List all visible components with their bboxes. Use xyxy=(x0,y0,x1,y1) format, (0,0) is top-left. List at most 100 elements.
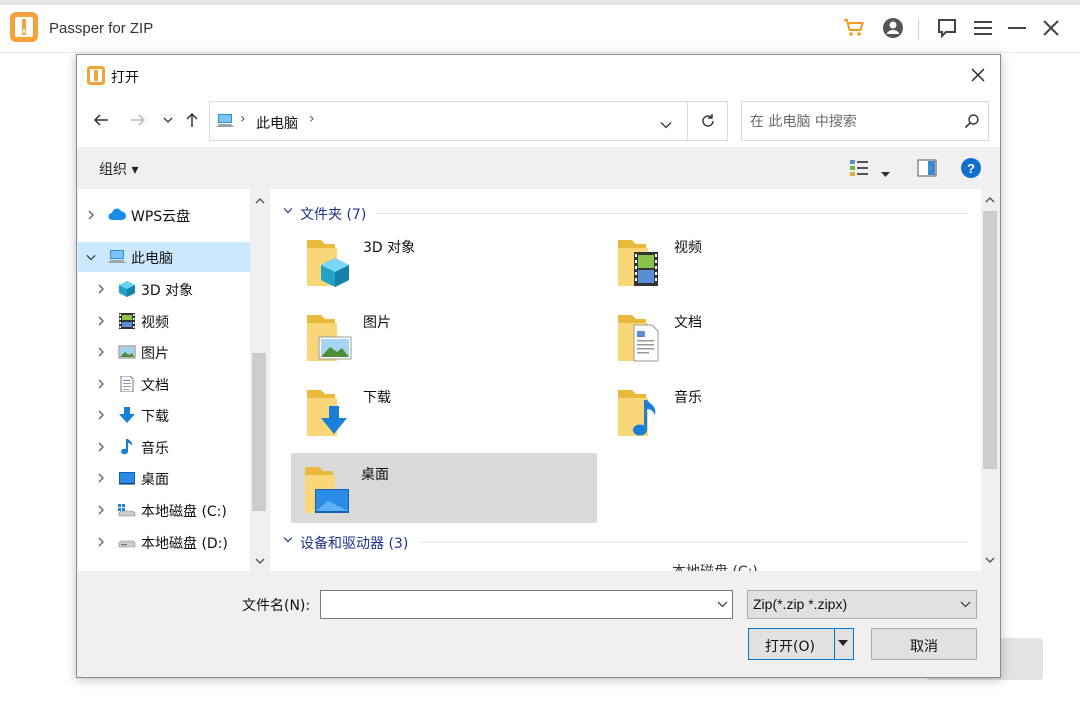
tree-item-desktop[interactable]: 桌面 xyxy=(78,463,250,493)
address-dropdown-chevron-icon[interactable] xyxy=(660,114,672,133)
minimize-icon[interactable] xyxy=(1006,17,1028,39)
folder-label: 下载 xyxy=(363,390,391,406)
breadcrumb-separator[interactable]: › xyxy=(309,111,315,127)
account-icon[interactable] xyxy=(882,17,904,39)
command-bar: 组织 ▾ ? xyxy=(77,147,1000,189)
tree-item-label: 图片 xyxy=(141,346,169,362)
expand-arrow-icon[interactable] xyxy=(96,536,106,548)
folder-downloads-icon xyxy=(307,390,347,436)
group-collapse-chevron-icon[interactable] xyxy=(283,536,293,544)
folder-desktop[interactable]: 桌面 xyxy=(291,453,597,523)
tree-item-label: 3D 对象 xyxy=(141,283,194,299)
view-dropdown-icon[interactable] xyxy=(881,163,890,182)
refresh-button[interactable] xyxy=(688,101,728,141)
group-header-devices[interactable]: 设备和驱动器 (3) xyxy=(278,532,968,552)
scroll-down-arrow-icon[interactable] xyxy=(985,557,995,564)
drive-d-icon xyxy=(118,540,136,548)
tree-item-downloads[interactable]: 下载 xyxy=(78,400,250,430)
forward-arrow-icon[interactable] xyxy=(127,109,149,131)
tree-item-label: 此电脑 xyxy=(131,251,173,267)
tree-item-music[interactable]: 音乐 xyxy=(78,432,250,462)
folder-pictures[interactable]: 图片 xyxy=(293,301,599,371)
search-icon[interactable] xyxy=(964,113,980,133)
tree-item-label: 音乐 xyxy=(141,441,169,457)
recent-locations-chevron-icon[interactable] xyxy=(157,109,179,131)
open-button-divider xyxy=(834,629,835,659)
search-input[interactable] xyxy=(750,112,950,132)
folder-label: 图片 xyxy=(363,315,391,331)
refresh-icon xyxy=(701,114,714,127)
cube-icon xyxy=(119,281,135,297)
collapse-arrow-icon[interactable] xyxy=(86,251,96,263)
navigation-scrollbar-thumb[interactable] xyxy=(252,353,266,511)
folder-downloads[interactable]: 下载 xyxy=(293,376,599,446)
cancel-button[interactable]: 取消 xyxy=(871,628,977,660)
filename-dropdown-chevron-icon[interactable] xyxy=(717,601,728,608)
breadcrumb-this-pc[interactable]: 此电脑 xyxy=(256,113,298,133)
up-arrow-icon[interactable] xyxy=(181,109,203,131)
expand-arrow-icon[interactable] xyxy=(96,283,106,295)
app-titlebar: Passper for ZIP xyxy=(0,5,1080,53)
tree-item-documents[interactable]: 文档 xyxy=(78,369,250,399)
folder-music[interactable]: 音乐 xyxy=(604,376,910,446)
scroll-up-arrow-icon[interactable] xyxy=(985,196,995,203)
group-divider xyxy=(376,213,968,214)
folder-documents[interactable]: 文档 xyxy=(604,301,910,371)
address-bar[interactable]: › 此电脑 › xyxy=(209,101,688,141)
dialog-close-icon[interactable] xyxy=(965,63,991,87)
document-icon xyxy=(120,376,134,392)
folder-videos[interactable]: 视频 xyxy=(604,226,910,296)
group-header-folders[interactable]: 文件夹 (7) xyxy=(278,203,968,223)
tree-item-pictures[interactable]: 图片 xyxy=(78,337,250,367)
cart-icon[interactable] xyxy=(843,17,865,39)
filename-combobox[interactable] xyxy=(320,590,733,619)
filetype-dropdown-chevron-icon[interactable] xyxy=(960,601,971,608)
group-divider xyxy=(420,542,968,543)
group-collapse-chevron-icon[interactable] xyxy=(283,207,293,215)
menu-icon[interactable] xyxy=(972,17,994,39)
expand-arrow-icon[interactable] xyxy=(96,504,106,516)
folder-label: 音乐 xyxy=(674,390,702,406)
folder-3d-objects-icon xyxy=(307,240,349,287)
expand-arrow-icon[interactable] xyxy=(96,441,106,453)
drive-c-partial-label[interactable]: 本地磁盘 (C:) xyxy=(672,561,758,571)
expand-arrow-icon[interactable] xyxy=(86,209,96,221)
file-list-scrollbar-thumb[interactable] xyxy=(983,211,997,469)
back-arrow-icon[interactable] xyxy=(90,109,112,131)
help-icon[interactable]: ? xyxy=(961,158,981,178)
preview-pane-icon[interactable] xyxy=(917,159,937,181)
nav-scroll-up-arrow-icon[interactable] xyxy=(255,197,265,204)
open-button[interactable]: 打开(O) xyxy=(748,628,854,660)
change-view-icon[interactable] xyxy=(849,158,869,182)
app-divider xyxy=(918,19,919,39)
tree-item-label: 下载 xyxy=(141,409,169,425)
expand-arrow-icon[interactable] xyxy=(96,472,106,484)
open-file-dialog: 打开 › 此电脑 › 在 此电脑 中搜索 组织 ▾ ? WPS云盘 此电脑 3D… xyxy=(76,54,1001,678)
tree-item-drive-c[interactable]: 本地磁盘 (C:) xyxy=(78,495,250,525)
filetype-select[interactable]: Zip(*.zip *.zipx) xyxy=(747,590,977,619)
folder-3d-objects[interactable]: 3D 对象 xyxy=(293,226,599,296)
breadcrumb-separator[interactable]: › xyxy=(240,111,246,127)
folder-videos-icon xyxy=(618,240,658,286)
tree-item-this-pc[interactable]: 此电脑 xyxy=(78,242,250,272)
open-options-dropdown-icon[interactable] xyxy=(838,640,848,647)
dialog-title: 打开 xyxy=(111,70,139,86)
expand-arrow-icon[interactable] xyxy=(96,346,106,358)
tree-item-drive-d[interactable]: 本地磁盘 (D:) xyxy=(78,527,250,557)
tree-item-wps-cloud[interactable]: WPS云盘 xyxy=(78,200,250,230)
app-title: Passper for ZIP xyxy=(49,20,154,37)
close-icon[interactable] xyxy=(1040,17,1062,39)
search-box[interactable] xyxy=(741,101,989,141)
expand-arrow-icon[interactable] xyxy=(96,315,106,327)
tree-item-videos[interactable]: 视频 xyxy=(78,306,250,336)
picture-icon xyxy=(118,345,136,359)
tree-item-3d-objects[interactable]: 3D 对象 xyxy=(78,274,250,304)
organize-menu[interactable]: 组织 ▾ xyxy=(99,159,138,179)
nav-scroll-down-arrow-icon[interactable] xyxy=(255,558,265,565)
expand-arrow-icon[interactable] xyxy=(96,409,106,421)
music-icon xyxy=(121,439,133,455)
folder-documents-icon xyxy=(618,315,659,362)
expand-arrow-icon[interactable] xyxy=(96,378,106,390)
filename-input[interactable] xyxy=(325,595,705,615)
feedback-icon[interactable] xyxy=(936,17,958,39)
